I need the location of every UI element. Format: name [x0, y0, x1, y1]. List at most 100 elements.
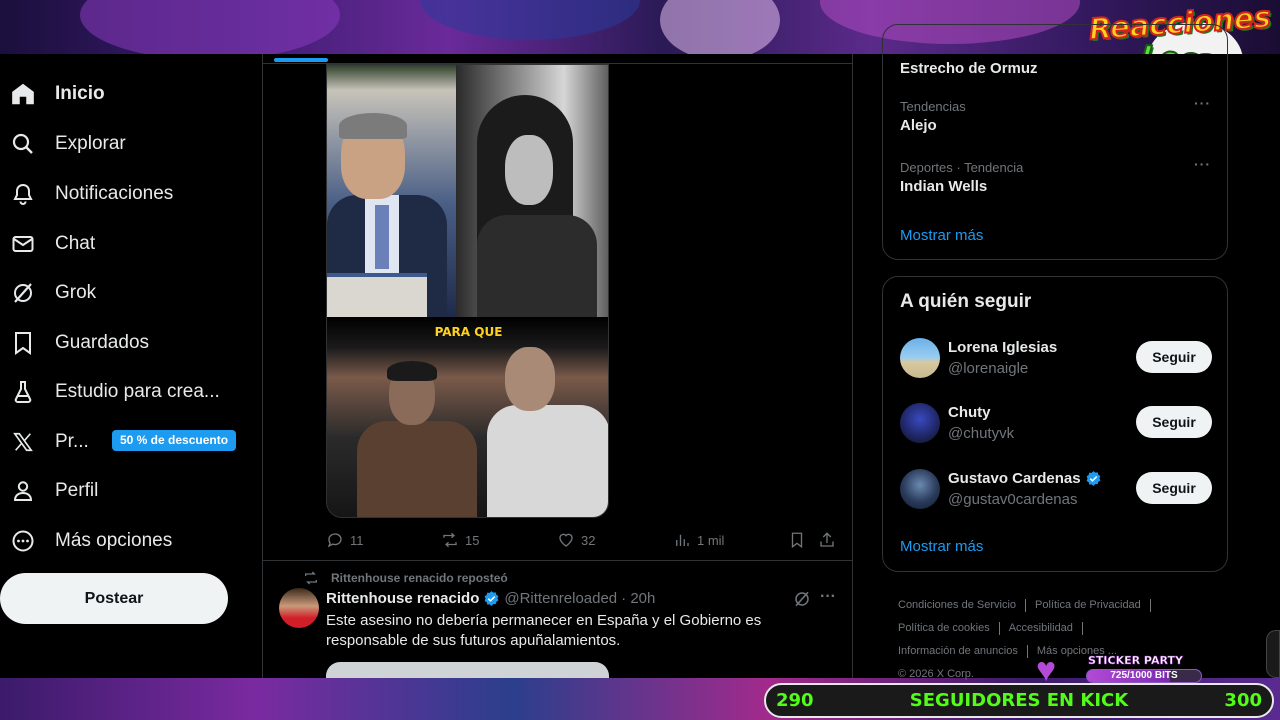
sidebar-nav: Inicio Explorar Notificaciones Chat Grok… [0, 54, 262, 678]
avatar[interactable] [900, 338, 940, 378]
repost-icon [305, 571, 317, 585]
footer-accessibility-link[interactable]: Accesibilidad [1009, 622, 1073, 634]
who-to-follow-title: A quién seguir [900, 291, 1032, 312]
share-icon [820, 532, 834, 547]
share-button[interactable] [818, 529, 836, 551]
user-name[interactable]: Lorena Iglesias [948, 339, 1057, 356]
reply-button[interactable]: 11 [326, 529, 364, 551]
sticker-progress-bar: 725/1000 BITS [1086, 669, 1202, 683]
sidebar-item-explore[interactable]: Explorar [0, 122, 140, 166]
search-icon [10, 131, 36, 157]
bookmark-button[interactable] [788, 529, 806, 551]
sidebar-item-premium[interactable]: Pr... [0, 420, 105, 464]
sidebar-item-more-options[interactable]: Más opciones [0, 519, 190, 563]
repost-context[interactable]: Rittenhouse renacido reposteó [303, 570, 508, 586]
follow-suggestion[interactable]: Gustavo Cardenas @gustav0cardenas Seguir [900, 467, 1212, 511]
media-figure-man2-body [487, 405, 608, 517]
footer-cookies-link[interactable]: Política de cookies [898, 622, 990, 634]
footer-separator [1025, 598, 1027, 612]
footer-separator [1081, 621, 1083, 635]
sidebar-item-creator-studio[interactable]: Estudio para crea... [0, 370, 230, 414]
follow-button[interactable]: Seguir [1136, 341, 1212, 373]
sticker-party-label: STICKER PARTY [1088, 654, 1183, 668]
sticker-progress-text: 725/1000 BITS [1110, 670, 1178, 681]
trend-category: Tendencias [900, 99, 966, 114]
footer-privacy-link[interactable]: Política de Privacidad [1035, 599, 1141, 611]
like-button[interactable]: 32 [557, 529, 595, 551]
tweet-divider [263, 560, 852, 561]
author-name[interactable]: Rittenhouse renacido [326, 590, 479, 607]
post-button[interactable]: Postear [0, 573, 228, 624]
view-count: 1 mil [697, 532, 725, 548]
more-circle-icon [10, 528, 36, 554]
footer-copyright: © 2026 X Corp. [898, 668, 974, 680]
trend-item[interactable]: Deportes · Tendencia Indian Wells [900, 160, 1023, 195]
grok-icon[interactable] [793, 590, 811, 608]
follow-show-more-link[interactable]: Mostrar más [900, 538, 983, 555]
footer-separator [998, 621, 1000, 635]
sidebar-item-profile[interactable]: Perfil [0, 469, 110, 513]
sidebar-item-chat[interactable]: Chat [0, 222, 110, 266]
user-handle[interactable]: @gustav0cardenas [948, 491, 1077, 508]
more-options-icon[interactable]: ··· [1194, 95, 1211, 111]
views-button[interactable]: 1 mil [673, 529, 724, 551]
trends-show-more-link[interactable]: Mostrar más [900, 227, 983, 244]
verified-badge-icon [484, 591, 499, 606]
trend-item[interactable]: Tendencias Alejo [900, 99, 966, 134]
user-name[interactable]: Chuty [948, 404, 991, 421]
home-icon [10, 81, 36, 107]
user-handle[interactable]: @lorenaigle [948, 360, 1028, 377]
footer-ads-link[interactable]: Información de anuncios [898, 645, 1018, 657]
follow-suggestion[interactable]: Chuty @chutyvk Seguir [900, 401, 1212, 445]
media-sign [327, 273, 427, 317]
repost-button[interactable]: 15 [441, 529, 479, 551]
tweet-time[interactable]: · 20h [621, 590, 655, 607]
tweet-text: Este asesino no debería permanecer en Es… [326, 612, 762, 649]
avatar[interactable] [279, 588, 319, 628]
reply-icon [327, 533, 342, 548]
kick-goal-label: SEGUIDORES EN KICK [909, 690, 1129, 711]
side-panel-toggle[interactable] [1266, 630, 1280, 678]
sidebar-item-notifications[interactable]: Notificaciones [0, 172, 190, 216]
sidebar-item-label: Grok [55, 282, 97, 303]
sidebar-item-label: Más opciones [55, 530, 173, 551]
repost-count: 15 [465, 532, 480, 548]
analytics-icon [676, 534, 689, 546]
mail-icon [10, 231, 36, 257]
media-caption: PARA QUE [434, 325, 503, 339]
more-options-icon[interactable]: ··· [820, 588, 836, 606]
tweet-media-image[interactable] [326, 662, 609, 678]
timeline-feed: PARA QUE 11 15 32 1 mil Rittenhouse rena… [262, 54, 853, 678]
footer-terms-link[interactable]: Condiciones de Servicio [898, 599, 1016, 611]
avatar[interactable] [900, 469, 940, 509]
person-icon [10, 478, 36, 504]
bookmark-icon [791, 532, 803, 549]
premium-discount-badge[interactable]: 50 % de descuento [112, 430, 237, 451]
more-options-icon[interactable]: ··· [1194, 156, 1211, 172]
follow-button[interactable]: Seguir [1136, 472, 1212, 504]
user-handle[interactable]: @chutyvk [948, 425, 1014, 442]
author-handle[interactable]: @Rittenreloaded [504, 590, 617, 607]
heart-icon [559, 533, 573, 547]
avatar[interactable] [900, 403, 940, 443]
footer-separator [1026, 644, 1028, 658]
kick-goal-end: 300 [1224, 690, 1262, 711]
tweet-header: Rittenhouse renacido @Rittenreloaded · 2… [326, 590, 655, 607]
sidebar-item-bookmarks[interactable]: Guardados [0, 321, 160, 365]
reply-count: 11 [350, 532, 364, 548]
flask-icon [10, 379, 36, 405]
sidebar-item-label: Pr... [55, 431, 89, 452]
media-figure-hair [339, 113, 407, 139]
sidebar-item-grok[interactable]: Grok [0, 271, 110, 315]
trend-item[interactable]: Estrecho de Ormuz [900, 57, 1038, 77]
follow-button[interactable]: Seguir [1136, 406, 1212, 438]
media-figure-tie [375, 205, 389, 269]
tweet-media-image[interactable]: PARA QUE [326, 64, 609, 518]
follow-suggestion[interactable]: Lorena Iglesias @lorenaigle Seguir [900, 336, 1212, 380]
trend-title: Indian Wells [900, 178, 988, 195]
bookmark-icon [10, 330, 36, 356]
user-name[interactable]: Gustavo Cardenas [948, 470, 1102, 487]
sidebar-item-home[interactable]: Inicio [0, 72, 120, 116]
sidebar-item-label: Guardados [55, 332, 150, 353]
right-sidebar: Estrecho de Ormuz Tendencias Alejo ··· D… [853, 24, 1280, 680]
